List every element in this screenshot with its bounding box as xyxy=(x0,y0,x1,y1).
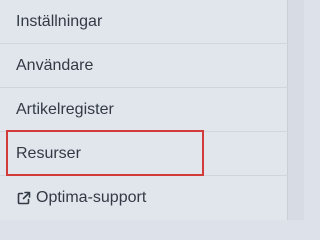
menu-item-anvandare[interactable]: Användare xyxy=(0,44,288,88)
menu-item-optima-support[interactable]: Optima-support xyxy=(0,176,288,220)
menu-item-label: Artikelregister xyxy=(16,100,114,118)
menu-item-artikelregister[interactable]: Artikelregister xyxy=(0,88,288,132)
menu-item-label: Optima-support xyxy=(36,189,147,206)
external-link-icon xyxy=(16,190,32,206)
menu-item-label: Användare xyxy=(16,56,94,74)
menu-item-label: Inställningar xyxy=(16,12,103,30)
settings-menu: Inställningar Användare Artikelregister … xyxy=(0,0,288,220)
menu-item-label: Resurser xyxy=(16,144,81,162)
menu-item-installningar[interactable]: Inställningar xyxy=(0,0,288,44)
menu-item-resurser[interactable]: Resurser xyxy=(0,132,288,176)
scroll-gutter xyxy=(288,0,304,220)
menu-screen: Inställningar Användare Artikelregister … xyxy=(0,0,304,220)
